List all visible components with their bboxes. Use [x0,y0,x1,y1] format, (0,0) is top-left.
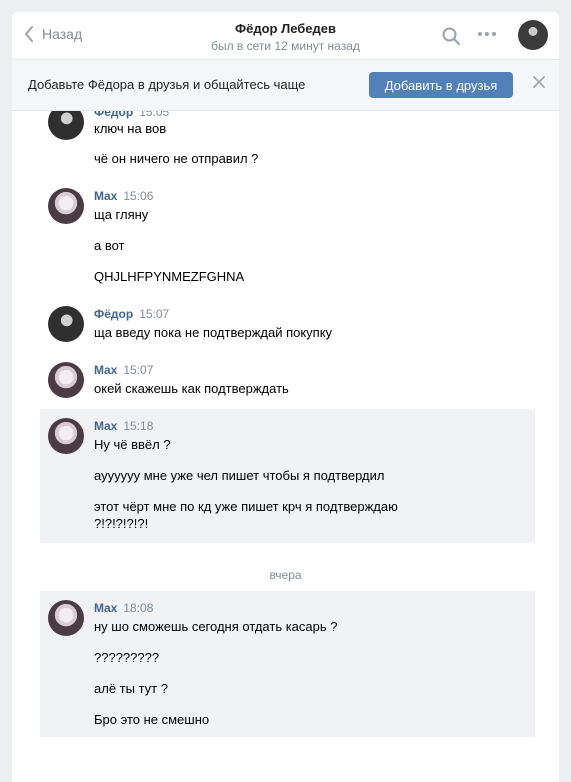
message-author[interactable]: Max [94,419,117,433]
message-text: окей скажешь как подтверждать [94,381,289,396]
message-text: ща введу пока не подтверждай покупку [94,325,333,340]
add-friend-banner: Добавьте Фёдора в друзья и общайтесь чащ… [12,60,559,111]
message-text: Ну чё ввёл ? [94,437,171,452]
message-text: ща гляну [94,207,149,222]
message-group: Max 18:08 ну шо сможешь сегодня отдать ка… [40,591,535,737]
message-time: 15:07 [139,307,170,321]
message-author[interactable]: Max [94,363,117,377]
message-group: Max 15:18 Ну чё ввёл ? ауууууу мне уже че… [40,409,535,543]
search-icon[interactable] [441,26,461,46]
message-time: 18:08 [123,601,154,615]
message-text: ключ на вов [94,121,167,136]
chat-header: Назад Фёдор Лебедев был в сети 12 минут … [12,12,559,60]
avatar[interactable] [48,362,84,398]
message-author[interactable]: Фёдор [94,307,133,321]
avatar[interactable] [48,600,84,636]
message-text: ауууууу мне уже чел пишет чтобы я подтве… [94,468,385,483]
peer-status: был в сети 12 минут назад [211,39,360,53]
add-friend-button[interactable]: Добавить в друзья [369,72,513,98]
peer-avatar[interactable] [518,20,548,50]
message-text: чё он ничего не отправил ? [94,151,259,166]
message-time: 15:18 [123,419,154,433]
message-author[interactable]: Max [94,189,117,203]
message-time: 15:07 [123,363,154,377]
message-group: Max 15:07 окей скажешь как подтверждать [40,362,535,402]
chat-window: Назад Фёдор Лебедев был в сети 12 минут … [12,12,559,782]
message-group: Max 15:06 ща гляну а вот QHJLHFPYNMEZFGHN… [40,188,535,288]
close-icon[interactable] [533,76,545,88]
message-text: QHJLHFPYNMEZFGHNA [94,269,245,284]
message-text: этот чёрт мне по кд уже пишет крч я подт… [94,499,398,514]
message-text: алё ты тут ? [94,681,168,696]
message-text: ну шо сможешь сегодня отдать касарь ? [94,619,338,634]
avatar[interactable] [48,418,84,454]
message-group: Фёдор 15:07 ща введу пока не подтверждай … [40,306,535,346]
avatar[interactable] [48,306,84,342]
more-icon[interactable] [477,30,497,38]
message-text: ????????? [94,650,160,665]
message-history: Фёдор 15:05 ключ на вов чё он ничего не о… [12,12,559,782]
message-author[interactable]: Max [94,601,117,615]
message-time: 15:06 [123,189,154,203]
date-separator: вчера [269,568,302,582]
message-text: Бро это не смешно [94,712,210,727]
avatar[interactable] [48,188,84,224]
banner-text: Добавьте Фёдора в друзья и общайтесь чащ… [28,77,306,92]
message-text: ?!?!?!?!?! [94,516,149,531]
message-text: а вот [94,238,125,253]
